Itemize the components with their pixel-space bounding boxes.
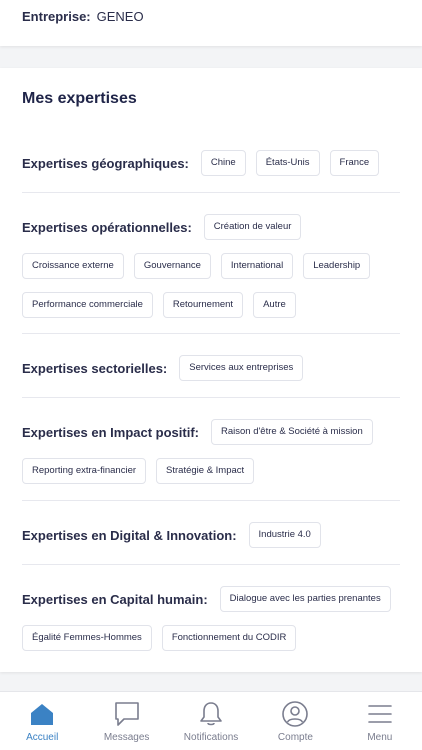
nav-label: Compte	[277, 732, 313, 743]
divider	[22, 192, 400, 193]
expertise-chip[interactable]: Égalité Femmes-Hommes	[22, 625, 152, 651]
expertise-chip[interactable]: Services aux entreprises	[179, 355, 304, 381]
company-label: Entreprise:	[22, 9, 91, 24]
expertise-group-human-capital: Expertises en Capital humain: Dialogue a…	[22, 586, 400, 651]
group-label: Expertises en Impact positif:	[22, 424, 199, 440]
bell-icon	[200, 702, 222, 726]
expertise-chip[interactable]: Gouvernance	[133, 253, 211, 279]
expertise-group-digital: Expertises en Digital & Innovation: Indu…	[22, 522, 400, 548]
expertise-group-sector: Expertises sectorielles: Services aux en…	[22, 355, 400, 381]
expertise-group-impact: Expertises en Impact positif: Raison d'ê…	[22, 419, 400, 484]
expertise-chip[interactable]: Industrie 4.0	[248, 522, 321, 548]
expertise-chip[interactable]: Leadership	[303, 253, 371, 279]
group-label: Expertises opérationnelles:	[22, 219, 192, 235]
company-card: Entreprise: GENEO	[0, 0, 422, 46]
divider	[22, 333, 400, 334]
nav-item-menu[interactable]: Menu	[338, 692, 422, 750]
expertise-chip[interactable]: Stratégie & Impact	[156, 458, 255, 484]
expertise-group-geographic: Expertises géographiques: Chine États-Un…	[22, 150, 400, 176]
message-icon	[114, 702, 139, 726]
expertise-chip[interactable]: France	[329, 150, 380, 176]
bottom-navigation: Accueil Messages Notifications Compte Me…	[0, 691, 422, 750]
account-icon	[282, 701, 309, 727]
divider	[22, 564, 400, 565]
expertise-chip[interactable]: Autre	[253, 292, 296, 318]
company-info: Entreprise: GENEO	[22, 9, 144, 24]
expertise-chip[interactable]: Reporting extra-financier	[22, 458, 147, 484]
expertise-chip[interactable]: Chine	[200, 150, 246, 176]
nav-label: Notifications	[183, 732, 239, 743]
divider	[22, 500, 400, 501]
nav-item-home[interactable]: Accueil	[0, 692, 84, 750]
expertise-chip[interactable]: Retournement	[162, 292, 244, 318]
nav-label: Menu	[367, 732, 393, 743]
divider	[22, 397, 400, 398]
expertise-chip[interactable]: Dialogue avec les parties prenantes	[219, 586, 391, 612]
nav-item-account[interactable]: Compte	[253, 692, 337, 750]
group-label: Expertises sectorielles:	[22, 360, 168, 376]
expertise-chip[interactable]: Raison d'être & Société à mission	[211, 419, 373, 445]
expertise-chip[interactable]: Fonctionnement du CODIR	[161, 625, 297, 651]
company-value: GENEO	[96, 9, 144, 24]
group-label: Expertises en Digital & Innovation:	[22, 527, 237, 543]
expertise-group-operational: Expertises opérationnelles: Création de …	[22, 214, 400, 318]
group-label: Expertises géographiques:	[22, 155, 189, 171]
group-label: Expertises en Capital humain:	[22, 591, 208, 607]
expertise-chip[interactable]: Performance commerciale	[22, 292, 153, 318]
expertises-card: Mes expertises Expertises géographiques:…	[0, 68, 422, 672]
home-icon	[31, 704, 54, 725]
menu-icon	[368, 705, 392, 723]
expertise-chip[interactable]: États-Unis	[255, 150, 320, 176]
nav-label: Accueil	[26, 732, 59, 743]
expertise-chip[interactable]: Croissance externe	[22, 253, 124, 279]
expertise-chip[interactable]: Création de valeur	[203, 214, 302, 240]
expertise-chip[interactable]: International	[220, 253, 294, 279]
nav-item-notifications[interactable]: Notifications	[169, 692, 253, 750]
nav-label: Messages	[103, 732, 150, 743]
expertises-title: Mes expertises	[22, 90, 137, 107]
nav-item-messages[interactable]: Messages	[84, 692, 168, 750]
